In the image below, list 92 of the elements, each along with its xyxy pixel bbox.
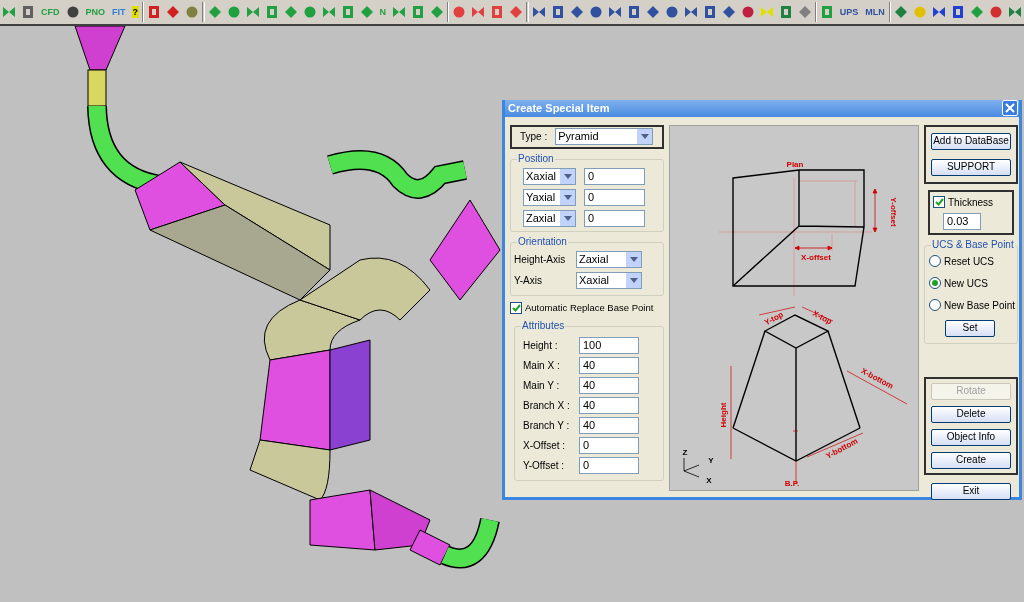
tool-icon[interactable] (550, 5, 565, 19)
tool-icon[interactable] (531, 5, 546, 19)
field-label: Main X : (523, 358, 561, 373)
dialog-button[interactable]: Exit (931, 482, 1011, 500)
group-title: UCS & Base Point (931, 238, 1015, 251)
tool-icon[interactable] (166, 5, 181, 19)
input-field[interactable]: 0.03 (943, 212, 981, 230)
dropdown-caret-icon (563, 215, 572, 221)
axis-label: Y (708, 455, 714, 465)
input-field[interactable]: 40 (579, 376, 639, 394)
radio-label: New Base Point (944, 298, 1016, 313)
field-label: Branch Y : (523, 418, 571, 433)
field-label: Branch X : (523, 398, 571, 413)
field-label: Height-Axis (514, 252, 567, 267)
dimension-label: Y-top (762, 309, 785, 327)
input-field[interactable]: 40 (579, 416, 639, 434)
tool-icon[interactable] (1008, 5, 1023, 19)
dropdown-caret-icon (563, 173, 572, 179)
tool-icon[interactable] (626, 5, 641, 19)
dialog-button[interactable]: Set (945, 319, 995, 337)
radio-button[interactable] (929, 299, 941, 311)
checkbox[interactable] (510, 301, 522, 314)
checkbox-label: Automatic Replace Base Point (525, 300, 654, 315)
tool-icon[interactable] (778, 5, 793, 19)
dropdown-caret-icon (629, 277, 638, 283)
tool-icon[interactable] (607, 5, 622, 19)
tool-icon[interactable] (951, 5, 966, 19)
axis-select[interactable]: Zaxial (576, 250, 642, 268)
radio-label: Reset UCS (944, 254, 994, 269)
field-label: Y-Axis (514, 273, 543, 288)
radio-button[interactable] (929, 277, 941, 289)
dropdown-caret-icon (640, 134, 649, 139)
field-label: Y-Offset : (523, 458, 566, 473)
field-label: Type : (520, 130, 548, 144)
dialog-button[interactable]: SUPPORT (931, 158, 1011, 176)
type-select[interactable]: Pyramid (555, 128, 654, 145)
dimension-label: X-offset (801, 252, 831, 262)
group-title: Orientation (517, 235, 568, 248)
tool-icon[interactable] (702, 5, 717, 19)
input-field[interactable]: 0 (584, 167, 645, 185)
input-field[interactable]: 40 (579, 356, 639, 374)
dimension-label: Height (719, 402, 729, 427)
tool-icon[interactable] (569, 5, 584, 19)
tool-button[interactable]: ? (131, 6, 139, 18)
group-title: Attributes (521, 319, 566, 332)
axis-label: Z (682, 447, 688, 457)
dialog-button[interactable]: Create (931, 451, 1011, 469)
tool-icon[interactable] (588, 5, 603, 19)
axis-label: X (706, 475, 712, 485)
tool-icon[interactable] (65, 5, 80, 19)
field-label: X-Offset : (523, 438, 567, 453)
dimension-label: B.P. (784, 478, 800, 488)
tool-icon[interactable] (645, 5, 660, 19)
input-field[interactable]: 100 (579, 336, 639, 354)
tool-button[interactable]: MLN (864, 6, 886, 18)
axis-select[interactable]: Xaxial (576, 271, 642, 289)
close-button[interactable] (1002, 100, 1018, 117)
tool-icon[interactable] (147, 5, 162, 19)
radio-label: New UCS (944, 276, 988, 291)
tool-icon[interactable] (740, 5, 755, 19)
checkbox-label: Thickness (948, 195, 993, 210)
tool-icon[interactable] (894, 5, 909, 19)
axis-select[interactable]: Yaxial (523, 188, 576, 206)
axis-icon (683, 457, 700, 477)
tool-icon[interactable] (664, 5, 679, 19)
dialog-button[interactable]: Delete (931, 405, 1011, 423)
input-field[interactable]: 0 (584, 209, 645, 227)
dialog-button[interactable]: Object Info (931, 428, 1011, 446)
group-title: Position (517, 152, 555, 165)
tool-icon[interactable] (21, 5, 35, 19)
axis-select[interactable]: Xaxial (523, 167, 576, 185)
tool-icon[interactable] (683, 5, 698, 19)
field-label: Height : (523, 338, 559, 353)
tool-icon[interactable] (989, 5, 1004, 19)
input-field[interactable]: 40 (579, 396, 639, 414)
dropdown-caret-icon (629, 256, 638, 262)
tool-icon[interactable] (721, 5, 736, 19)
dialog-button[interactable]: Add to DataBase (931, 132, 1011, 150)
tool-button[interactable]: UPS (838, 6, 860, 18)
checkbox[interactable] (933, 196, 945, 208)
axis-select[interactable]: Zaxial (523, 209, 576, 227)
input-field[interactable]: 0 (584, 188, 645, 206)
radio-button[interactable] (929, 255, 941, 267)
input-field[interactable]: 0 (579, 436, 639, 454)
field-label: Main Y : (523, 378, 561, 393)
input-field[interactable]: 0 (579, 456, 639, 474)
tool-icon[interactable] (932, 5, 947, 19)
dimension-label: Y-offset (888, 196, 898, 227)
close-icon (1005, 103, 1015, 114)
dropdown-caret-icon (563, 194, 572, 200)
window-title: Create Special Item (508, 101, 610, 116)
dimension-label: Plan (786, 159, 804, 169)
